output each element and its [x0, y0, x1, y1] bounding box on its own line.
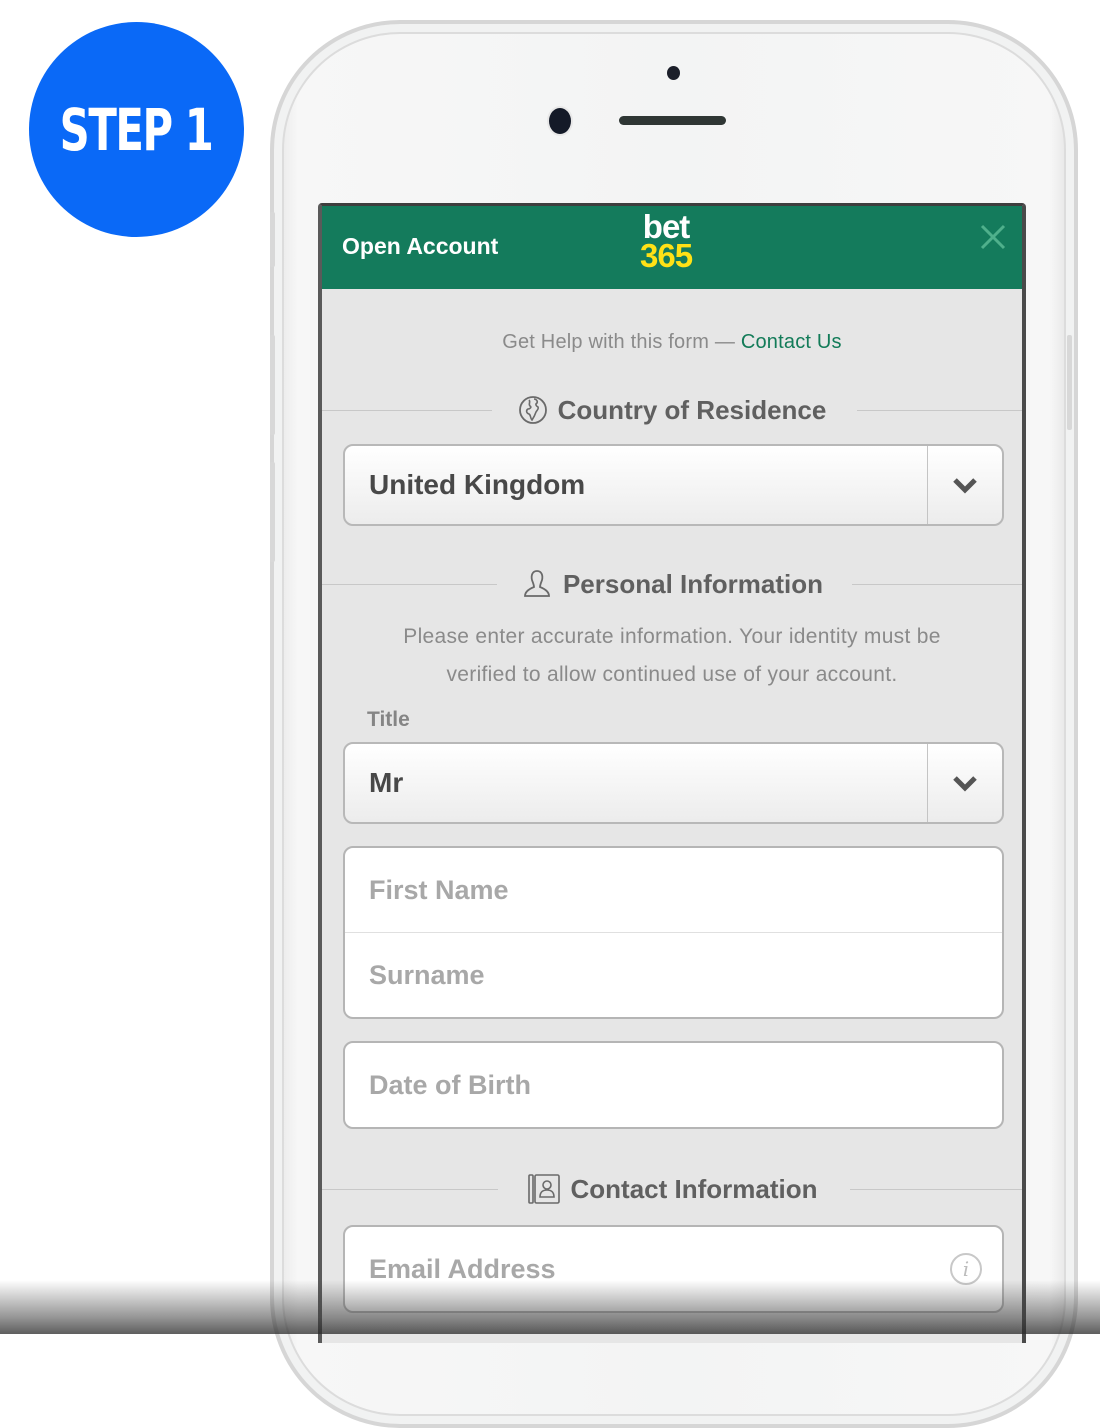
surname-placeholder: Surname	[369, 959, 485, 990]
first-name-placeholder: First Name	[369, 874, 509, 905]
country-select-value: United Kingdom	[369, 469, 586, 500]
personal-description-line1: Please enter accurate information. Your …	[403, 625, 941, 648]
step-badge: STEP 1	[29, 22, 244, 237]
help-text: Get Help with this form —	[502, 331, 736, 353]
surname-field[interactable]: Surname	[345, 932, 1002, 1017]
proximity-sensor	[667, 66, 680, 80]
section-contact-title: Contact Information	[570, 1173, 818, 1204]
divider	[322, 1189, 498, 1190]
section-country-title: Country of Residence	[557, 394, 827, 425]
email-input-group: Email Address i	[343, 1225, 1004, 1313]
title-select-toggle[interactable]	[927, 744, 1002, 822]
phone-screen: Open Account bet 365 Get Help with this …	[318, 203, 1026, 1343]
country-select-toggle[interactable]	[927, 446, 1002, 524]
personal-description-line2: verified to allow continued use of your …	[446, 663, 898, 686]
section-contact-header: Contact Information	[322, 1169, 1022, 1209]
close-button[interactable]	[978, 224, 1008, 254]
front-camera	[549, 108, 571, 134]
first-name-field[interactable]: First Name	[345, 848, 1002, 932]
dob-placeholder: Date of Birth	[369, 1069, 531, 1100]
step-badge-label: STEP 1	[60, 95, 214, 164]
title-select[interactable]: Mr	[343, 742, 1004, 824]
phone-volume-down	[270, 462, 275, 562]
close-icon	[980, 224, 1006, 250]
chevron-down-icon	[953, 776, 977, 792]
chevron-down-icon	[953, 478, 977, 494]
personal-description: Please enter accurate information. Your …	[322, 618, 1022, 694]
section-personal-header: Personal Information	[322, 564, 1022, 604]
contact-book-icon	[527, 1174, 560, 1204]
contact-us-link[interactable]: Contact Us	[741, 331, 842, 353]
divider	[852, 584, 1022, 585]
logo-365: 365	[640, 237, 693, 274]
divider	[322, 584, 497, 585]
help-row: Get Help with this form — Contact Us	[322, 331, 1022, 354]
earpiece-speaker	[619, 116, 726, 125]
email-placeholder: Email Address	[369, 1253, 556, 1284]
page-title: Open Account	[342, 233, 499, 259]
phone-mute-switch	[270, 212, 275, 267]
info-icon[interactable]: i	[950, 1253, 982, 1285]
section-country-header: Country of Residence	[322, 390, 1022, 430]
phone-volume-up	[270, 335, 275, 435]
country-select[interactable]: United Kingdom	[343, 444, 1004, 526]
bet365-logo: bet 365	[640, 210, 693, 274]
divider	[322, 410, 492, 411]
name-input-group: First Name Surname	[343, 846, 1004, 1019]
dob-input-group: Date of Birth	[343, 1041, 1004, 1129]
globe-icon	[518, 396, 547, 424]
email-field[interactable]: Email Address i	[345, 1227, 1002, 1311]
date-of-birth-field[interactable]: Date of Birth	[345, 1043, 1002, 1127]
title-label: Title	[367, 708, 410, 731]
phone-power-button	[1067, 335, 1072, 430]
header-bar: Open Account bet 365	[322, 206, 1022, 289]
person-icon	[524, 570, 550, 597]
divider	[850, 1189, 1022, 1190]
divider	[857, 410, 1022, 411]
section-personal-title: Personal Information	[562, 568, 824, 599]
title-select-value: Mr	[369, 767, 404, 798]
